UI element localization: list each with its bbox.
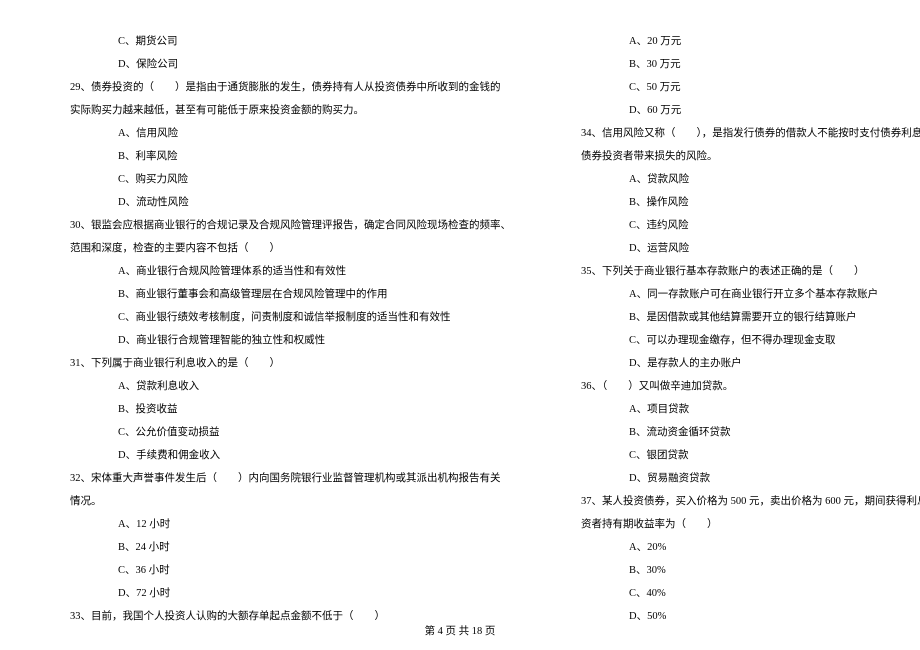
option-text: B、24 小时 (70, 536, 511, 559)
question-continuation: 债券投资者带来损失的风险。 (581, 145, 920, 168)
option-text: D、商业银行合规管理智能的独立性和权威性 (70, 329, 511, 352)
option-text: C、40% (581, 582, 920, 605)
option-text: B、利率风险 (70, 145, 511, 168)
option-text: D、运营风险 (581, 237, 920, 260)
option-text: B、30 万元 (581, 53, 920, 76)
question-continuation: 资者持有期收益率为（ ） (581, 513, 920, 536)
question-text: 37、某人投资债券，买入价格为 500 元，卖出价格为 600 元，期间获得利息… (581, 490, 920, 513)
option-text: B、操作风险 (581, 191, 920, 214)
left-column: C、期货公司 D、保险公司 29、债券投资的（ ）是指由于通货膨胀的发生，债券持… (0, 30, 541, 615)
page-footer: 第 4 页 共 18 页 (0, 623, 920, 638)
option-text: C、公允价值变动损益 (70, 421, 511, 444)
question-continuation: 范围和深度，检查的主要内容不包括（ ） (70, 237, 511, 260)
question-text: 36、（ ）又叫做辛迪加贷款。 (581, 375, 920, 398)
option-text: C、期货公司 (70, 30, 511, 53)
option-text: A、贷款风险 (581, 168, 920, 191)
option-text: B、是因借款或其他结算需要开立的银行结算账户 (581, 306, 920, 329)
option-text: B、流动资金循环贷款 (581, 421, 920, 444)
option-text: A、同一存款账户可在商业银行开立多个基本存款账户 (581, 283, 920, 306)
option-text: D、60 万元 (581, 99, 920, 122)
content-columns: C、期货公司 D、保险公司 29、债券投资的（ ）是指由于通货膨胀的发生，债券持… (0, 0, 920, 615)
option-text: C、商业银行绩效考核制度，问责制度和诚信举报制度的适当性和有效性 (70, 306, 511, 329)
option-text: D、保险公司 (70, 53, 511, 76)
option-text: A、商业银行合规风险管理体系的适当性和有效性 (70, 260, 511, 283)
question-text: 29、债券投资的（ ）是指由于通货膨胀的发生，债券持有人从投资债券中所收到的金钱… (70, 76, 511, 99)
question-text: 32、宋体重大声誉事件发生后（ ）内向国务院银行业监督管理机构或其派出机构报告有… (70, 467, 511, 490)
option-text: C、银团贷款 (581, 444, 920, 467)
option-text: D、是存款人的主办账户 (581, 352, 920, 375)
option-text: D、流动性风险 (70, 191, 511, 214)
question-continuation: 情况。 (70, 490, 511, 513)
question-text: 35、下列关于商业银行基本存款账户的表述正确的是（ ） (581, 260, 920, 283)
option-text: A、项目贷款 (581, 398, 920, 421)
option-text: A、12 小时 (70, 513, 511, 536)
option-text: A、信用风险 (70, 122, 511, 145)
question-continuation: 实际购买力越来越低，甚至有可能低于原来投资金额的购买力。 (70, 99, 511, 122)
option-text: D、贸易融资贷款 (581, 467, 920, 490)
option-text: A、20% (581, 536, 920, 559)
option-text: D、手续费和佣金收入 (70, 444, 511, 467)
option-text: B、投资收益 (70, 398, 511, 421)
option-text: C、50 万元 (581, 76, 920, 99)
option-text: B、商业银行董事会和高级管理层在合规风险管理中的作用 (70, 283, 511, 306)
option-text: C、违约风险 (581, 214, 920, 237)
option-text: B、30% (581, 559, 920, 582)
question-text: 30、银监会应根据商业银行的合规记录及合规风险管理评报告，确定合同风险现场检查的… (70, 214, 511, 237)
option-text: C、36 小时 (70, 559, 511, 582)
option-text: A、20 万元 (581, 30, 920, 53)
option-text: D、72 小时 (70, 582, 511, 605)
option-text: A、贷款利息收入 (70, 375, 511, 398)
question-text: 34、信用风险又称（ ），是指发行债券的借款人不能按时支付债券利息或偿还本金，而… (581, 122, 920, 145)
option-text: C、购买力风险 (70, 168, 511, 191)
option-text: C、可以办理现金缴存，但不得办理现金支取 (581, 329, 920, 352)
right-column: A、20 万元 B、30 万元 C、50 万元 D、60 万元 34、信用风险又… (541, 30, 920, 615)
question-text: 31、下列属于商业银行利息收入的是（ ） (70, 352, 511, 375)
